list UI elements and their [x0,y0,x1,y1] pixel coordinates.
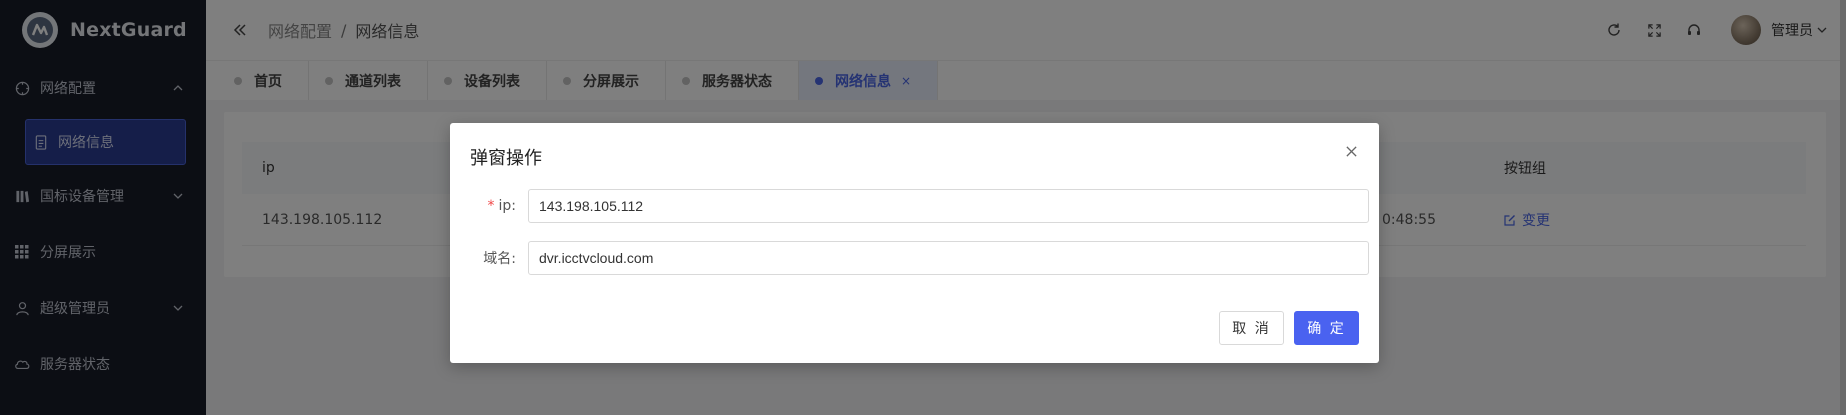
close-icon[interactable] [1345,145,1359,159]
scrollbar[interactable] [1840,0,1846,415]
ip-input[interactable]: 143.198.105.112 [528,189,1369,223]
dialog: 弹窗操作 * ip: 143.198.105.112 域名: dvr.icctvc… [450,123,1379,363]
required-mark: * [487,198,495,214]
dialog-title: 弹窗操作 [470,148,542,169]
ip-label-text: ip: [498,198,517,214]
domain-input[interactable]: dvr.icctvcloud.com [528,241,1369,275]
cancel-button[interactable]: 取 消 [1219,311,1284,345]
form-row-domain: 域名: dvr.icctvcloud.com [450,241,1369,275]
domain-field-label: 域名: [483,251,516,267]
ip-field-label: * ip: [450,198,528,214]
confirm-button[interactable]: 确 定 [1294,311,1359,345]
form-row-ip: * ip: 143.198.105.112 [450,189,1369,223]
